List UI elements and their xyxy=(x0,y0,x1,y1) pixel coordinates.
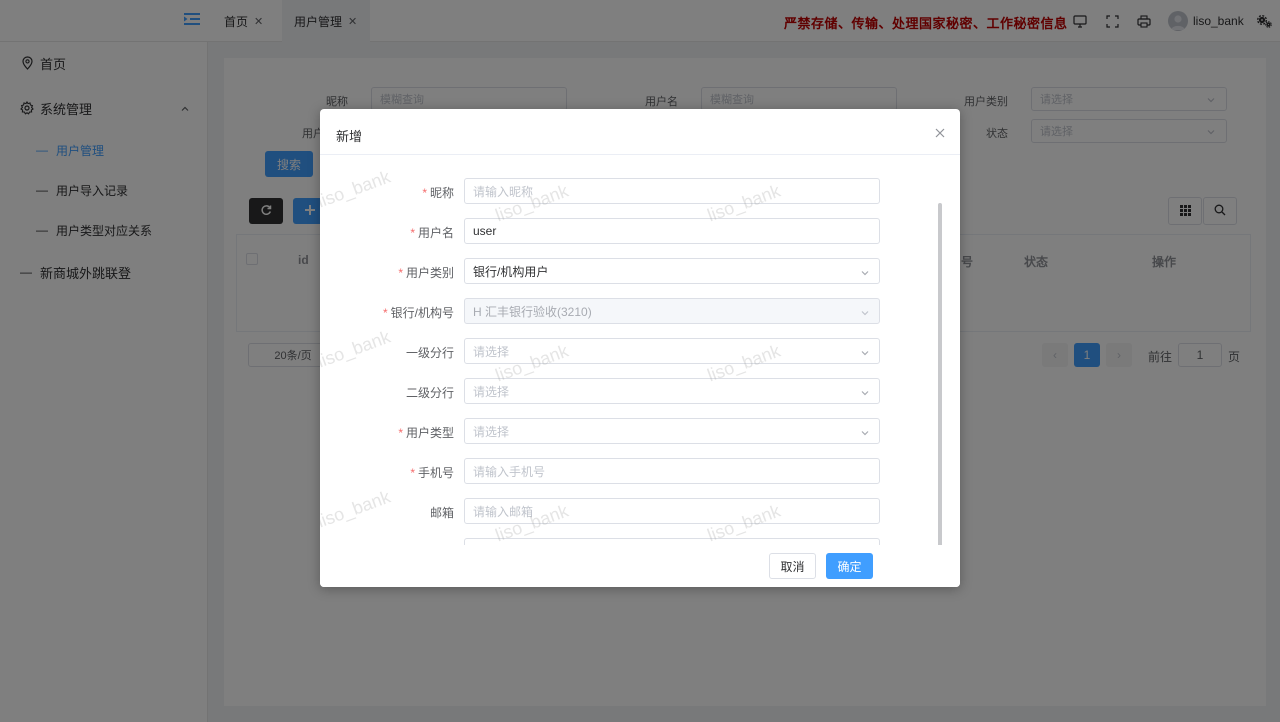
bank-code-select: H 汇丰银行验收(3210) xyxy=(464,298,880,324)
email-input[interactable]: 请输入邮箱 xyxy=(464,498,880,524)
secondary-branch-select[interactable]: 请选择 xyxy=(464,378,880,404)
chevron-down-icon xyxy=(860,347,870,361)
form-row-email: 邮箱 请输入邮箱 xyxy=(320,498,940,524)
user-type-select[interactable]: 请选择 xyxy=(464,418,880,444)
form-row-user-category: * 用户类别 银行/机构用户 xyxy=(320,258,940,284)
form-row-username: * 用户名 user xyxy=(320,218,940,244)
form-label: * 用户类型 xyxy=(398,426,454,440)
dialog-form: * 昵称 请输入昵称 * 用户名 user * 用户类别 银行/机构用户 * 银行/机构… xyxy=(320,155,960,545)
chevron-down-icon xyxy=(860,307,870,321)
chevron-down-icon xyxy=(860,267,870,281)
phone-input[interactable]: 请输入手机号 xyxy=(464,458,880,484)
form-row-primary-branch: 一级分行 请选择 xyxy=(320,338,940,364)
select-placeholder: 请选择 xyxy=(473,344,510,359)
form-label: 一级分行 xyxy=(405,346,454,360)
select-value: H 汇丰银行验收(3210) xyxy=(473,304,592,319)
form-label: 二级分行 xyxy=(405,386,454,400)
form-label: 邮箱 xyxy=(429,506,454,520)
select-placeholder: 请选择 xyxy=(473,384,510,399)
form-label: * 手机号 xyxy=(410,466,454,480)
form-row-bank-code: * 银行/机构号 H 汇丰银行验收(3210) xyxy=(320,298,940,324)
clipped-input[interactable] xyxy=(464,538,880,545)
dialog-footer: 取消 确定 xyxy=(320,545,960,587)
form-label: * 用户类别 xyxy=(398,266,454,280)
form-row-user-type: * 用户类型 请选择 xyxy=(320,418,940,444)
dialog-title: 新增 xyxy=(336,129,363,144)
form-row-phone: * 手机号 请输入手机号 xyxy=(320,458,940,484)
select-value: 银行/机构用户 xyxy=(473,264,549,279)
form-row-secondary-branch: 二级分行 请选择 xyxy=(320,378,940,404)
form-row-clipped xyxy=(320,538,940,545)
form-row-nickname: * 昵称 请输入昵称 xyxy=(320,178,940,204)
nickname-input[interactable]: 请输入昵称 xyxy=(464,178,880,204)
user-category-select[interactable]: 银行/机构用户 xyxy=(464,258,880,284)
chevron-down-icon xyxy=(860,427,870,441)
cancel-button[interactable]: 取消 xyxy=(769,553,816,579)
select-placeholder: 请选择 xyxy=(473,424,510,439)
chevron-down-icon xyxy=(860,387,870,401)
username-input[interactable]: user xyxy=(464,218,880,244)
form-label: * 用户名 xyxy=(410,226,454,240)
primary-branch-select[interactable]: 请选择 xyxy=(464,338,880,364)
form-label: * 昵称 xyxy=(422,186,454,200)
confirm-button[interactable]: 确定 xyxy=(826,553,873,579)
close-icon[interactable] xyxy=(934,127,946,139)
dialog-scrollbar[interactable] xyxy=(938,203,942,545)
form-label: * 银行/机构号 xyxy=(382,306,454,320)
add-user-dialog: 新增 * 昵称 请输入昵称 * 用户名 user * 用户类别 银行/机构用户 * 银行… xyxy=(320,109,960,587)
